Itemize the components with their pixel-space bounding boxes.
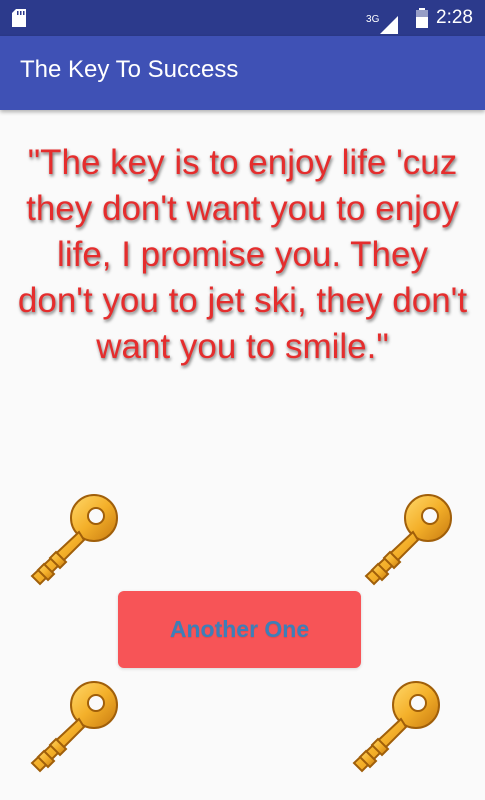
status-bar: 3G 2:28 <box>0 0 485 36</box>
another-one-button[interactable]: Another One <box>118 591 361 668</box>
sd-card-icon <box>12 9 26 27</box>
key-icon <box>353 681 440 772</box>
quote-text: "The key is to enjoy life 'cuz they don'… <box>17 143 468 366</box>
network-type: 3G <box>366 14 380 25</box>
app-title: The Key To Success <box>20 56 239 83</box>
key-icon <box>31 681 118 772</box>
battery-icon <box>416 8 429 28</box>
signal-icon: 3G <box>366 8 402 34</box>
app-bar: The Key To Success <box>0 36 485 110</box>
clock: 2:28 <box>436 7 473 28</box>
key-icon <box>31 494 118 585</box>
key-icon <box>365 494 452 585</box>
